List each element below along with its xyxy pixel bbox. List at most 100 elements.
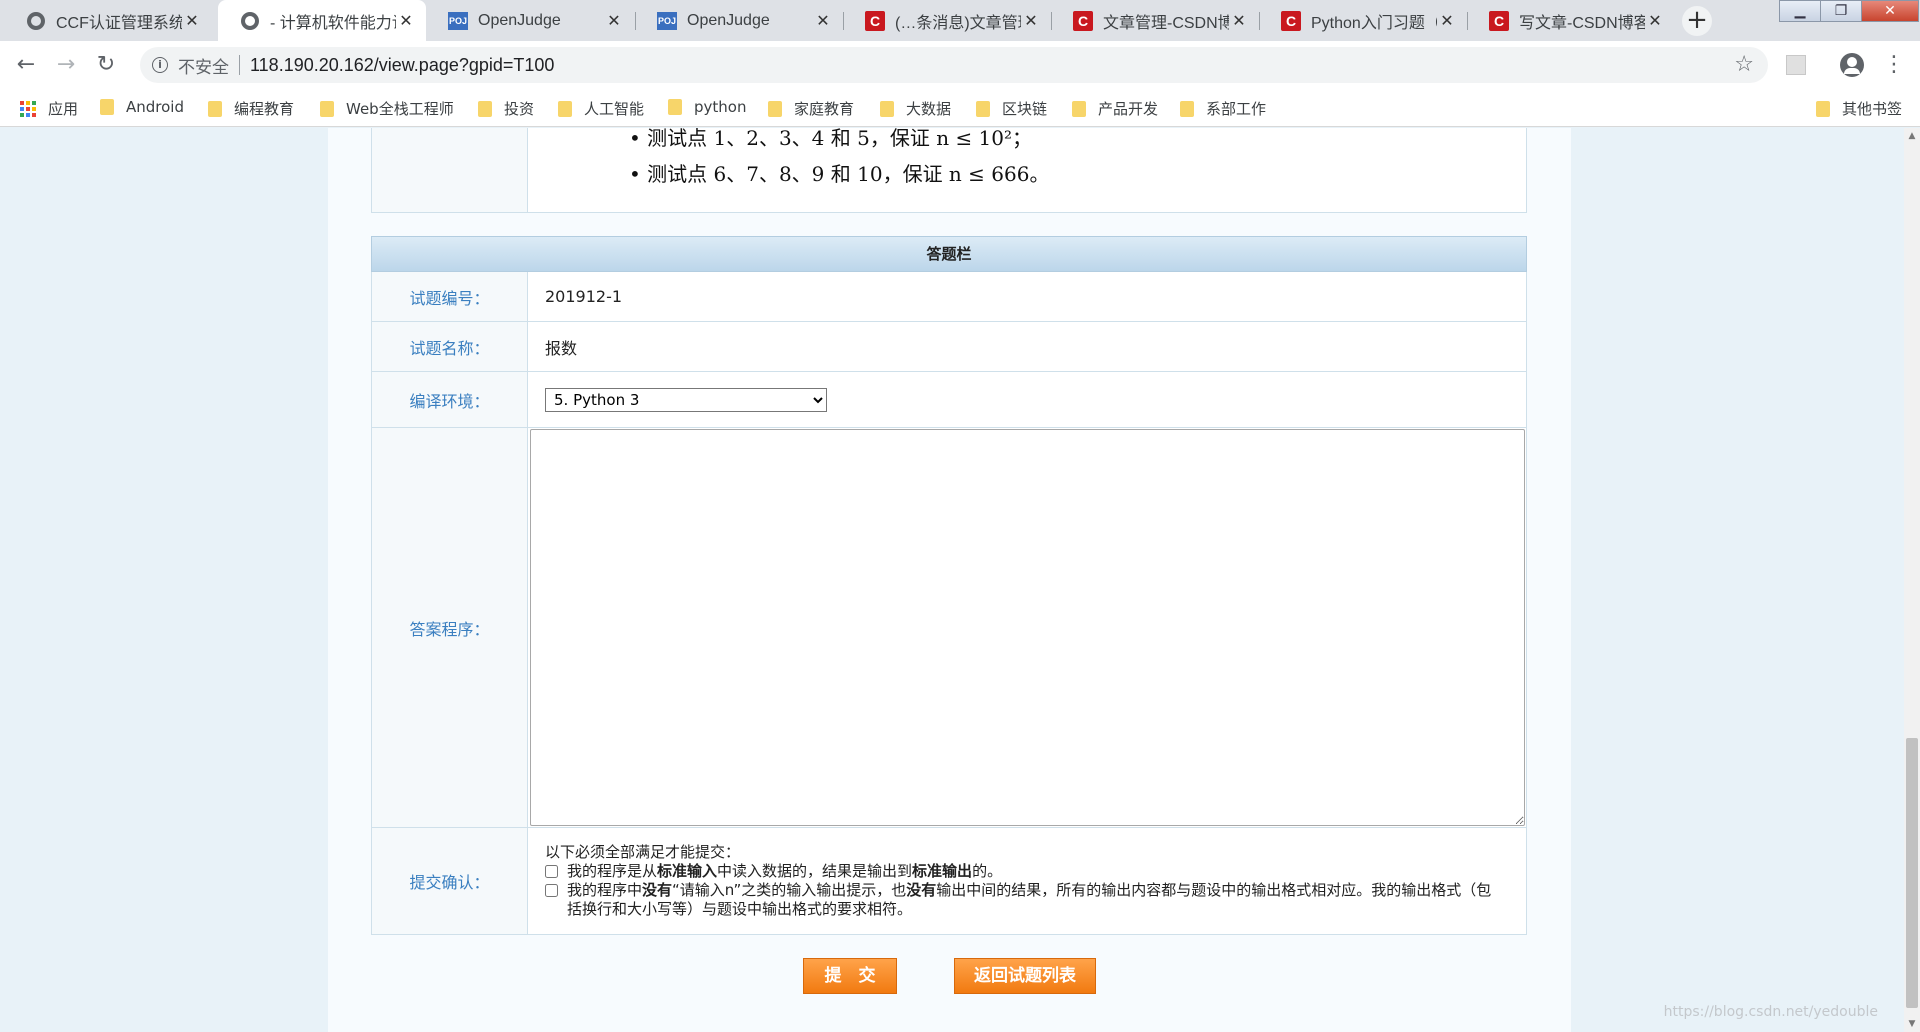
confirm-cell: 以下必须全部满足才能提交： 我的程序是从标准输入中读入数据的，结果是输出到标准输… bbox=[529, 828, 1526, 934]
bookmark-folder[interactable]: 大数据 bbox=[880, 98, 951, 119]
bookmark-folder[interactable]: 家庭教育 bbox=[768, 98, 854, 119]
confirm-label: 提交确认： bbox=[372, 828, 528, 934]
scroll-down-icon[interactable]: ▼ bbox=[1904, 1016, 1920, 1032]
folder-icon bbox=[320, 100, 334, 117]
close-icon[interactable]: ✕ bbox=[1437, 11, 1457, 31]
new-tab-button[interactable]: + bbox=[1682, 6, 1712, 36]
answer-section-header: 答题栏 bbox=[371, 236, 1527, 272]
problem-name-label: 试题名称： bbox=[372, 322, 528, 371]
bookmark-label: Web全栈工程师 bbox=[346, 100, 454, 118]
tab-python-exercises[interactable]: C Python入门习题（ ✕ bbox=[1259, 0, 1467, 41]
reload-icon[interactable]: ↻ bbox=[92, 51, 120, 79]
bookmark-star-icon[interactable]: ☆ bbox=[1734, 52, 1754, 77]
close-icon[interactable]: ✕ bbox=[396, 11, 416, 31]
problem-scale-row: • 测试点 1、2、3、4 和 5，保证 n ≤ 10²； • 测试点 6、7、… bbox=[371, 128, 1527, 213]
bookmark-folder[interactable]: 人工智能 bbox=[558, 98, 644, 119]
page-scrollbar[interactable]: ▲ ▼ bbox=[1904, 128, 1920, 1032]
csdn-icon: C bbox=[865, 10, 885, 31]
confirm-row: 提交确认： 以下必须全部满足才能提交： 我的程序是从标准输入中读入数据的，结果是… bbox=[371, 828, 1527, 935]
scroll-up-icon[interactable]: ▲ bbox=[1904, 128, 1920, 144]
bookmark-label: 系部工作 bbox=[1206, 100, 1267, 118]
tab-csdn-articles[interactable]: C 文章管理-CSDN博客 ✕ bbox=[1051, 0, 1259, 41]
problem-name-value: 报数 bbox=[545, 338, 578, 358]
bookmark-folder[interactable]: Web全栈工程师 bbox=[320, 98, 454, 119]
tab-ccf[interactable]: CCF认证管理系统 ✕ bbox=[4, 0, 212, 41]
csdn-icon: C bbox=[1489, 10, 1509, 31]
confirm-line-2: 我的程序中没有“请输入n”之类的输入输出提示，也没有输出中间的结果，所有的输出内… bbox=[545, 881, 1502, 919]
url-text[interactable]: 118.190.20.162/view.page?gpid=T100 bbox=[250, 55, 554, 76]
submit-button[interactable]: 提 交 bbox=[803, 958, 897, 994]
tab-strip: CCF认证管理系统 ✕ - 计算机软件能力认证 ✕ POJ OpenJudge … bbox=[0, 0, 1920, 41]
menu-icon[interactable]: ⋮ bbox=[1880, 51, 1908, 79]
back-icon[interactable]: ← bbox=[12, 51, 40, 79]
poj-icon: POJ bbox=[657, 11, 677, 31]
confirm-line-1: 我的程序是从标准输入中读入数据的，结果是输出到标准输出的。 bbox=[545, 862, 1502, 881]
tab-csdn-messages[interactable]: C (…条消息)文章管理 ✕ bbox=[843, 0, 1051, 41]
code-textarea[interactable] bbox=[530, 429, 1525, 826]
bookmark-folder[interactable]: 投资 bbox=[478, 98, 534, 119]
csdn-icon: C bbox=[1281, 10, 1301, 31]
bookmark-folder[interactable]: 产品开发 bbox=[1072, 98, 1158, 119]
code-label: 答案程序： bbox=[372, 428, 528, 827]
bookmark-folder[interactable]: 区块链 bbox=[976, 98, 1047, 119]
bookmark-other[interactable]: 其他书签 bbox=[1816, 98, 1902, 119]
forward-icon[interactable]: → bbox=[52, 51, 80, 79]
window-controls: ▁ ❐ ✕ bbox=[1779, 0, 1919, 24]
no-prompt-checkbox[interactable] bbox=[545, 884, 558, 897]
problem-id-row: 试题编号： 201912-1 bbox=[371, 272, 1527, 322]
security-label: 不安全 bbox=[178, 57, 229, 78]
info-icon[interactable]: i bbox=[152, 57, 168, 73]
row-label-empty bbox=[372, 128, 528, 212]
close-icon[interactable]: ✕ bbox=[604, 11, 624, 31]
folder-icon bbox=[768, 100, 782, 117]
bookmark-label: 编程教育 bbox=[234, 100, 295, 118]
profile-icon[interactable] bbox=[1838, 51, 1866, 79]
address-bar[interactable]: i 不安全 118.190.20.162/view.page?gpid=T100… bbox=[140, 47, 1768, 83]
tab-openjudge-1[interactable]: POJ OpenJudge ✕ bbox=[426, 0, 634, 41]
tab-openjudge-2[interactable]: POJ OpenJudge ✕ bbox=[635, 0, 843, 41]
folder-icon bbox=[208, 100, 222, 117]
tab-title: OpenJudge bbox=[687, 11, 770, 29]
compiler-row: 编译环境： 5. Python 3 bbox=[371, 372, 1527, 428]
close-icon[interactable]: ✕ bbox=[1645, 11, 1665, 31]
extension-icon[interactable] bbox=[1782, 51, 1810, 79]
tab-active[interactable]: - 计算机软件能力认证 ✕ bbox=[218, 0, 426, 41]
divider bbox=[239, 55, 240, 75]
folder-icon bbox=[1816, 100, 1830, 117]
folder-icon bbox=[478, 100, 492, 117]
scroll-thumb[interactable] bbox=[1906, 738, 1918, 1008]
confirm-text-1: 我的程序是从标准输入中读入数据的，结果是输出到标准输出的。 bbox=[567, 862, 1003, 880]
back-to-list-button[interactable]: 返回试题列表 bbox=[954, 958, 1096, 994]
folder-icon bbox=[976, 100, 990, 117]
compiler-label: 编译环境： bbox=[372, 372, 528, 427]
bookmark-folder[interactable]: 编程教育 bbox=[208, 98, 294, 119]
maximize-icon[interactable]: ❐ bbox=[1820, 0, 1862, 22]
close-icon[interactable]: ✕ bbox=[182, 11, 202, 31]
close-icon[interactable]: ✕ bbox=[1229, 11, 1249, 31]
problem-id-label: 试题编号： bbox=[372, 272, 528, 321]
csdn-icon: C bbox=[1073, 10, 1093, 31]
confirm-text-2: 我的程序中没有“请输入n”之类的输入输出提示，也没有输出中间的结果，所有的输出内… bbox=[567, 881, 1492, 918]
bookmark-folder[interactable]: 系部工作 bbox=[1180, 98, 1266, 119]
globe-icon bbox=[26, 11, 46, 31]
tab-title: - 计算机软件能力认证 bbox=[270, 14, 396, 32]
bookmark-label: 投资 bbox=[504, 100, 535, 118]
window-close-icon[interactable]: ✕ bbox=[1861, 0, 1919, 22]
minimize-icon[interactable]: ▁ bbox=[1779, 0, 1821, 22]
tab-write-article[interactable]: C 写文章-CSDN博客 ✕ bbox=[1467, 0, 1675, 41]
page-viewport: • 测试点 1、2、3、4 和 5，保证 n ≤ 10²； • 测试点 6、7、… bbox=[0, 128, 1904, 1032]
bookmark-apps[interactable]: 应用 bbox=[20, 98, 78, 119]
tab-title: 写文章-CSDN博客 bbox=[1519, 14, 1645, 32]
bookmark-label: 区块链 bbox=[1002, 100, 1048, 118]
tab-title: CCF认证管理系统 bbox=[56, 14, 182, 32]
stdio-checkbox[interactable] bbox=[545, 865, 558, 878]
bookmark-label: 家庭教育 bbox=[794, 100, 855, 118]
bookmark-folder[interactable]: python bbox=[668, 98, 746, 116]
close-icon[interactable]: ✕ bbox=[813, 11, 833, 31]
compiler-select[interactable]: 5. Python 3 bbox=[545, 387, 827, 412]
bookmark-label: 大数据 bbox=[906, 100, 952, 118]
folder-icon bbox=[100, 99, 114, 115]
close-icon[interactable]: ✕ bbox=[1021, 11, 1041, 31]
tab-title: Python入门习题（ bbox=[1311, 14, 1437, 32]
bookmark-folder[interactable]: Android bbox=[100, 98, 184, 116]
